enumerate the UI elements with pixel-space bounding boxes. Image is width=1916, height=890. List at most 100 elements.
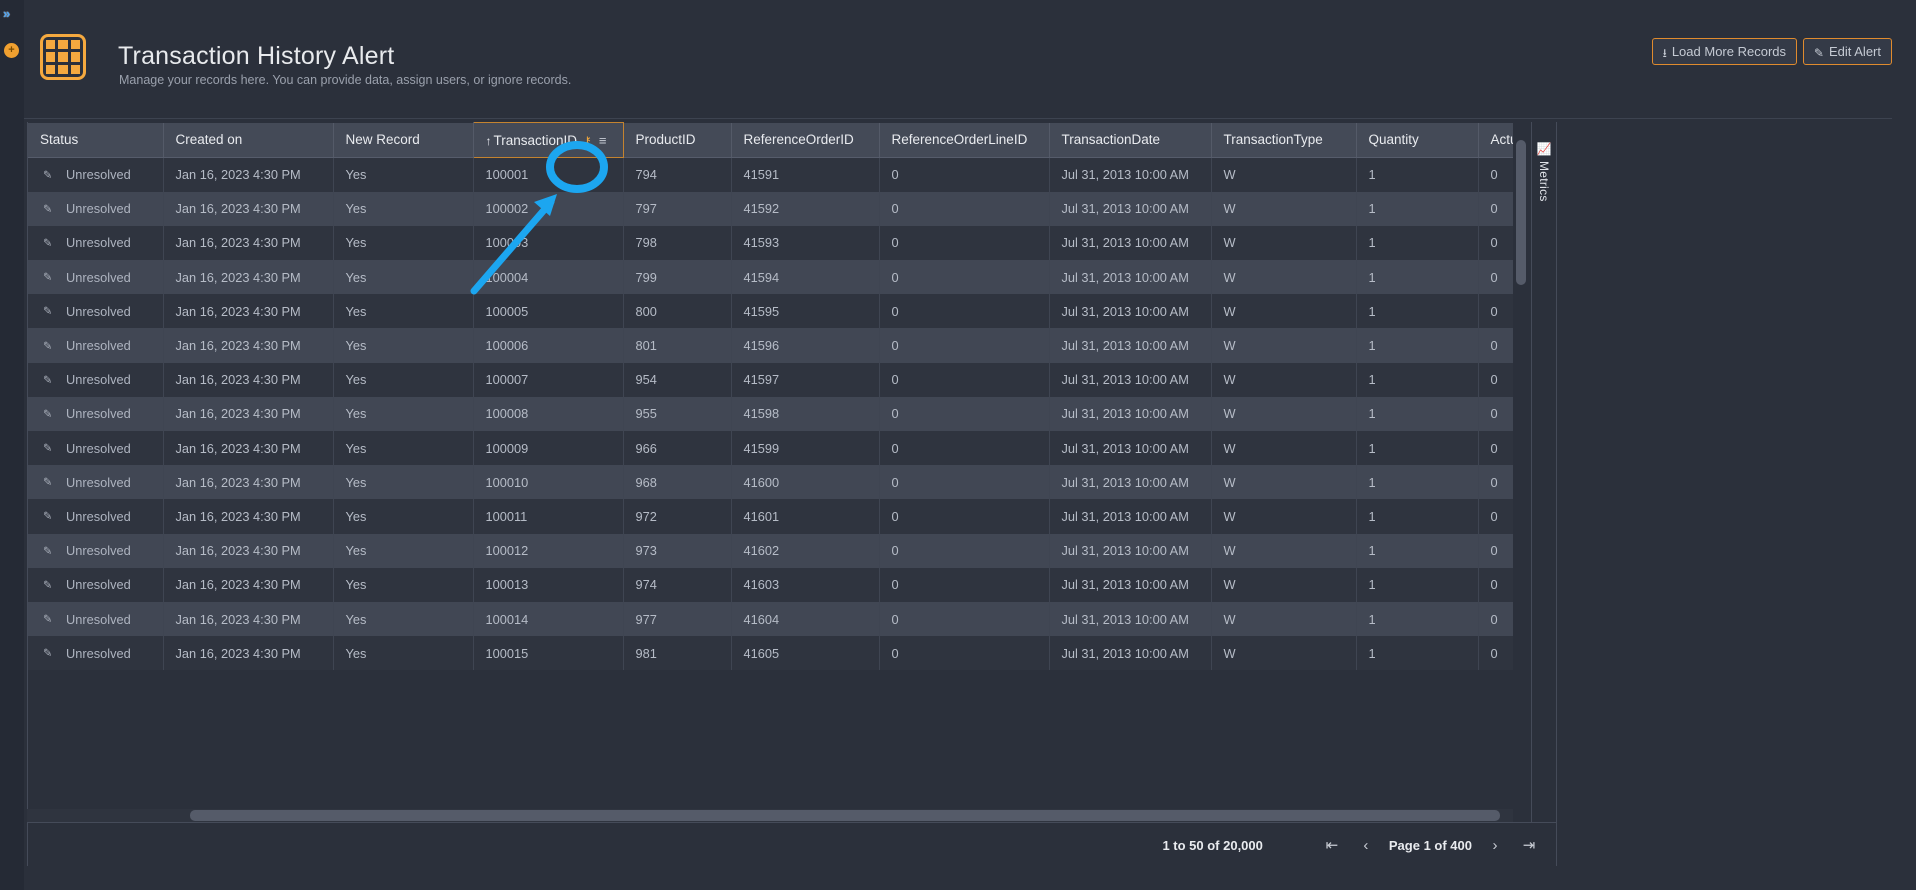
table-row[interactable]: ✎ Unresolved Jan 16, 2023 4:30 PM Yes 100014… [28,601,1513,637]
cell-transaction-type[interactable]: W [1211,362,1357,397]
table-row[interactable]: ✎ Unresolved Jan 16, 2023 4:30 PM Yes 100005… [28,294,1513,329]
cell-product-id[interactable]: 968 [623,465,732,500]
cell-product-id[interactable]: 799 [623,260,732,295]
cell-status[interactable]: ✎ Unresolved [28,328,164,363]
cell-actual-cost[interactable]: 0 [1478,157,1513,192]
cell-reference-order-line-id[interactable]: 0 [879,260,1050,295]
cell-reference-order-line-id[interactable]: 0 [879,225,1050,261]
cell-reference-order-id[interactable]: 41601 [731,499,880,534]
cell-product-id[interactable]: 801 [623,328,732,363]
cell-transaction-type[interactable]: W [1211,567,1357,602]
pencil-edit-icon[interactable]: ✎ [43,202,52,215]
cell-quantity[interactable]: 1 [1356,191,1479,226]
cell-transaction-id[interactable]: 100002 [473,191,624,226]
cell-product-id[interactable]: 973 [623,533,732,568]
cell-new-record[interactable]: Yes [333,225,474,261]
cell-quantity[interactable]: 1 [1356,636,1479,671]
cell-actual-cost[interactable]: 0 [1478,396,1513,431]
cell-new-record[interactable]: Yes [333,294,474,329]
cell-status[interactable]: ✎ Unresolved [28,636,164,671]
cell-transaction-id[interactable]: 100004 [473,260,624,295]
cell-quantity[interactable]: 1 [1356,601,1479,637]
cell-transaction-id[interactable]: 100010 [473,465,624,500]
cell-status[interactable]: ✎ Unresolved [28,533,164,568]
pencil-edit-icon[interactable]: ✎ [43,407,52,420]
pencil-edit-icon[interactable]: ✎ [43,236,52,249]
cell-reference-order-line-id[interactable]: 0 [879,636,1050,671]
cell-reference-order-id[interactable]: 41603 [731,567,880,602]
cell-reference-order-id[interactable]: 41605 [731,636,880,671]
cell-quantity[interactable]: 1 [1356,465,1479,500]
cell-product-id[interactable]: 954 [623,362,732,397]
cell-transaction-id[interactable]: 100011 [473,499,624,534]
cell-transaction-id[interactable]: 100007 [473,362,624,397]
column-header-new-record[interactable]: New Record [333,122,474,158]
cell-transaction-date[interactable]: Jul 31, 2013 10:00 AM [1049,260,1212,295]
pencil-edit-icon[interactable]: ✎ [43,510,52,523]
cell-actual-cost[interactable]: 0 [1478,294,1513,329]
column-header-transaction-date[interactable]: TransactionDate [1049,122,1212,158]
cell-actual-cost[interactable]: 0 [1478,431,1513,466]
cell-actual-cost[interactable]: 0 [1478,328,1513,363]
cell-transaction-date[interactable]: Jul 31, 2013 10:00 AM [1049,191,1212,226]
table-row[interactable]: ✎ Unresolved Jan 16, 2023 4:30 PM Yes 100009… [28,431,1513,466]
column-header-product-id[interactable]: ProductID [623,122,732,158]
cell-status[interactable]: ✎ Unresolved [28,396,164,431]
vertical-scrollbar-thumb[interactable] [1516,140,1526,285]
cell-reference-order-line-id[interactable]: 0 [879,431,1050,466]
cell-transaction-id[interactable]: 100005 [473,294,624,329]
cell-transaction-type[interactable]: W [1211,601,1357,637]
cell-reference-order-id[interactable]: 41604 [731,601,880,637]
cell-reference-order-id[interactable]: 41602 [731,533,880,568]
cell-product-id[interactable]: 966 [623,431,732,466]
cell-created[interactable]: Jan 16, 2023 4:30 PM [163,601,334,637]
last-page-button[interactable]: ⇥ [1512,836,1546,854]
cell-actual-cost[interactable]: 0 [1478,636,1513,671]
cell-new-record[interactable]: Yes [333,533,474,568]
cell-product-id[interactable]: 974 [623,567,732,602]
cell-quantity[interactable]: 1 [1356,362,1479,397]
cell-actual-cost[interactable]: 0 [1478,260,1513,295]
cell-quantity[interactable]: 1 [1356,499,1479,534]
cell-reference-order-id[interactable]: 41597 [731,362,880,397]
cell-reference-order-id[interactable]: 41600 [731,465,880,500]
cell-reference-order-line-id[interactable]: 0 [879,465,1050,500]
cell-created[interactable]: Jan 16, 2023 4:30 PM [163,362,334,397]
cell-quantity[interactable]: 1 [1356,157,1479,192]
pencil-edit-icon[interactable]: ✎ [43,339,52,352]
cell-new-record[interactable]: Yes [333,567,474,602]
cell-transaction-type[interactable]: W [1211,533,1357,568]
cell-transaction-type[interactable]: W [1211,499,1357,534]
cell-transaction-id[interactable]: 100015 [473,636,624,671]
sort-ascending-arrow-icon[interactable]: ↑ [486,134,492,148]
cell-quantity[interactable]: 1 [1356,260,1479,295]
cell-transaction-date[interactable]: Jul 31, 2013 10:00 AM [1049,533,1212,568]
pencil-edit-icon[interactable]: ✎ [43,578,52,591]
cell-quantity[interactable]: 1 [1356,294,1479,329]
cell-reference-order-id[interactable]: 41593 [731,225,880,261]
cell-reference-order-line-id[interactable]: 0 [879,362,1050,397]
column-header-reference-order-line-id[interactable]: ReferenceOrderLineID [879,122,1050,158]
first-page-button[interactable]: ⇤ [1315,836,1349,854]
cell-new-record[interactable]: Yes [333,191,474,226]
cell-transaction-date[interactable]: Jul 31, 2013 10:00 AM [1049,636,1212,671]
cell-product-id[interactable]: 972 [623,499,732,534]
cell-transaction-date[interactable]: Jul 31, 2013 10:00 AM [1049,294,1212,329]
cell-reference-order-line-id[interactable]: 0 [879,191,1050,226]
table-row[interactable]: ✎ Unresolved Jan 16, 2023 4:30 PM Yes 100015… [28,636,1513,671]
cell-transaction-type[interactable]: W [1211,465,1357,500]
cell-transaction-type[interactable]: W [1211,157,1357,192]
hamburger-menu-icon[interactable]: ≡ [599,133,607,148]
cell-transaction-id[interactable]: 100008 [473,396,624,431]
cell-reference-order-id[interactable]: 41594 [731,260,880,295]
cell-created[interactable]: Jan 16, 2023 4:30 PM [163,465,334,500]
column-header-status[interactable]: Status [28,122,164,158]
load-more-records-button[interactable]: ⭳ Load More Records [1651,38,1797,65]
cell-created[interactable]: Jan 16, 2023 4:30 PM [163,157,334,192]
cell-transaction-type[interactable]: W [1211,260,1357,295]
cell-transaction-type[interactable]: W [1211,328,1357,363]
cell-status[interactable]: ✎ Unresolved [28,225,164,261]
cell-transaction-id[interactable]: 100003 [473,225,624,261]
cell-status[interactable]: ✎ Unresolved [28,499,164,534]
cell-quantity[interactable]: 1 [1356,533,1479,568]
